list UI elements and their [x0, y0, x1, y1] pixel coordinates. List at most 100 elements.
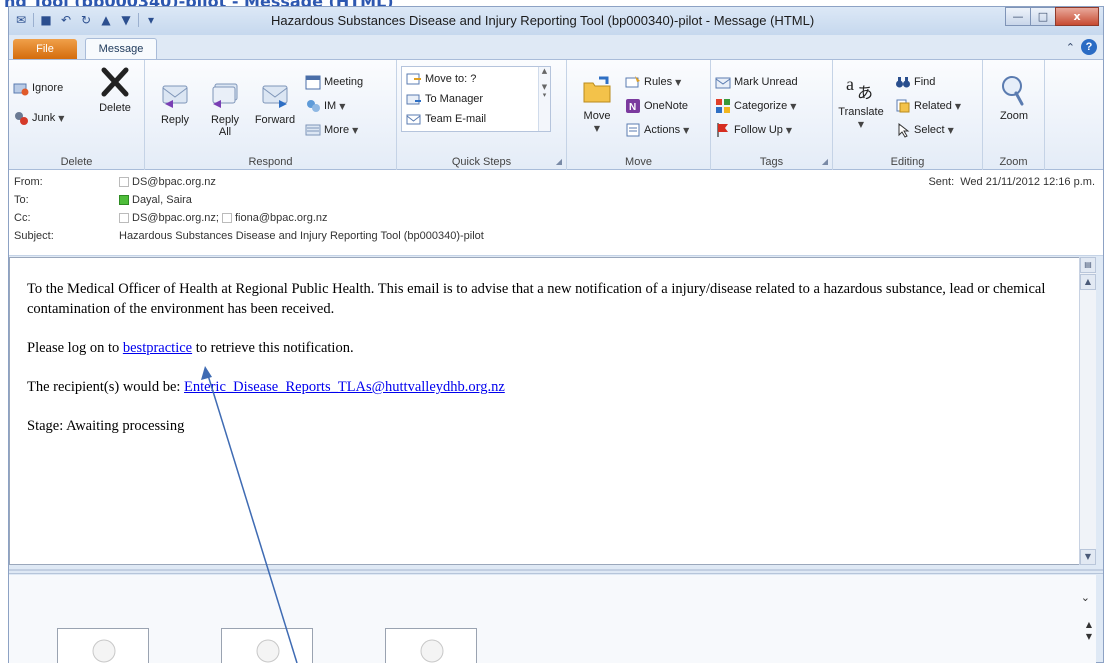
tab-message[interactable]: Message — [85, 38, 157, 59]
team-email-step[interactable]: Team E-mail — [406, 111, 486, 127]
bestpractice-link[interactable]: bestpractice — [123, 340, 192, 356]
find-button[interactable]: Find — [895, 74, 935, 90]
save-icon[interactable]: ■ — [38, 12, 54, 28]
svg-text:a: a — [846, 74, 854, 94]
message-body[interactable]: To the Medical Officer of Health at Regi… — [9, 257, 1096, 565]
im-icon — [307, 100, 320, 112]
quick-steps-scroll[interactable]: ▲ ▼ ▾ — [538, 67, 550, 131]
svg-text:あ: あ — [857, 83, 873, 102]
undo-icon[interactable]: ↶ — [58, 12, 74, 28]
expand-people-pane-icon[interactable]: ⌄ — [1081, 591, 1090, 604]
onenote-label: OneNote — [644, 100, 689, 112]
actions-icon — [626, 123, 640, 137]
to-manager-icon — [406, 94, 421, 105]
from-value[interactable]: DS@bpac.org.nz — [119, 176, 216, 188]
to-label: To: — [14, 194, 29, 206]
logon-suffix: to retrieve this notification. — [192, 340, 354, 356]
scroll-down-button[interactable]: ▼ — [1080, 549, 1096, 565]
dialog-launcher-icon[interactable]: ◢ — [822, 157, 828, 166]
im-button[interactable]: IM ▼ — [305, 98, 345, 114]
follow-up-button[interactable]: Follow Up ▼ — [715, 122, 792, 138]
body-paragraph-stage: Stage: Awaiting processing — [27, 418, 185, 434]
related-button[interactable]: Related ▼ — [895, 98, 961, 114]
translate-button[interactable]: aあ Translate ▼ — [837, 70, 885, 131]
find-label: Find — [914, 76, 936, 88]
team-email-label: Team E-mail — [425, 113, 487, 125]
translate-label: Translate — [838, 106, 884, 118]
from-address[interactable]: DS@bpac.org.nz — [132, 176, 216, 188]
categorize-icon — [716, 99, 730, 113]
rules-button[interactable]: Rules ▼ — [625, 74, 681, 90]
cursor-arrow-icon — [898, 122, 910, 138]
maximize-button[interactable]: □ — [1030, 7, 1056, 26]
junk-button[interactable]: Junk ▼ — [13, 110, 64, 126]
body-scrollbar[interactable]: ▤ ▲ ▼ — [1079, 257, 1096, 565]
delete-group-label: Delete — [60, 156, 93, 168]
mark-unread-icon — [715, 77, 731, 89]
contact-avatar-icon — [92, 639, 116, 663]
rules-label: Rules — [644, 76, 673, 88]
chevron-down-icon: ▼ — [352, 125, 359, 135]
reading-pane-icon[interactable]: ▤ — [1080, 257, 1096, 273]
cc-value[interactable]: DS@bpac.org.nz; fiona@bpac.org.nz — [119, 212, 328, 224]
to-recipient[interactable]: Dayal, Saira — [132, 194, 192, 206]
dialog-launcher-icon[interactable]: ◢ — [556, 157, 562, 166]
cc-recipient-1[interactable]: DS@bpac.org.nz; — [132, 212, 219, 224]
zoom-button[interactable]: Zoom — [990, 74, 1038, 122]
actions-label: Actions — [644, 124, 681, 136]
calendar-icon — [305, 75, 321, 90]
qat-divider — [33, 13, 34, 27]
mark-unread-button[interactable]: Mark Unread — [715, 74, 798, 90]
chevron-down-icon: ▼ — [339, 101, 346, 111]
categorize-button[interactable]: Categorize ▼ — [715, 98, 796, 114]
window-controls: — □ x — [1005, 7, 1099, 26]
reply-all-button[interactable]: Reply All — [201, 78, 249, 138]
minimize-button[interactable]: — — [1005, 7, 1031, 26]
previous-item-icon[interactable]: ▲ — [98, 12, 114, 28]
svg-text:N: N — [629, 102, 636, 113]
minimize-ribbon-icon[interactable]: ⌃ — [1066, 41, 1075, 54]
sent-label: Sent: — [928, 176, 955, 188]
customize-qat-icon[interactable]: ▾ — [143, 12, 159, 28]
reply-icon — [162, 85, 188, 108]
quick-steps-gallery: Move to: ? To Manager Team E-mail ▲ ▼ ▾ — [401, 66, 551, 132]
pane-splitter[interactable] — [9, 566, 1103, 574]
mail-icon: ✉ — [15, 13, 27, 27]
tags-group: Mark Unread Categorize ▼ Follow Up ▼ Tag… — [711, 60, 833, 170]
window-title: Hazardous Substances Disease and Injury … — [271, 13, 815, 28]
message-header: From: DS@bpac.org.nz To: Dayal, Saira Cc… — [9, 170, 1103, 256]
redo-icon[interactable]: ↻ — [78, 12, 94, 28]
delete-group: Ignore Junk ▼ Delete Delete — [9, 60, 145, 170]
move-to-step[interactable]: Move to: ? — [406, 71, 476, 87]
cc-recipient-2[interactable]: fiona@bpac.org.nz — [235, 212, 328, 224]
help-icon[interactable]: ? — [1081, 39, 1097, 55]
select-button[interactable]: Select ▼ — [895, 122, 954, 138]
body-paragraph-recipients: The recipient(s) would be: Enteric_Disea… — [27, 377, 1067, 397]
to-manager-step[interactable]: To Manager — [406, 91, 483, 107]
reply-button[interactable]: Reply — [151, 78, 199, 126]
binoculars-icon — [896, 77, 910, 88]
onenote-button[interactable]: N OneNote — [625, 98, 688, 114]
actions-button[interactable]: Actions ▼ — [625, 122, 689, 138]
contact-card[interactable] — [385, 628, 477, 663]
scroll-up-button[interactable]: ▲ — [1080, 274, 1096, 290]
respond-group-label: Respond — [248, 156, 293, 168]
people-pane-scroll[interactable]: ▲ ▼ — [1086, 619, 1092, 643]
move-group: Move ▼ Rules ▼ N OneNote Actions ▼ Move — [567, 60, 711, 170]
meeting-button[interactable]: Meeting — [305, 74, 363, 90]
quick-steps-group: Move to: ? To Manager Team E-mail ▲ ▼ ▾ Qu… — [397, 60, 567, 170]
more-respond-button[interactable]: More ▼ — [305, 122, 358, 138]
close-button[interactable]: x — [1055, 7, 1099, 26]
to-value[interactable]: Dayal, Saira — [119, 194, 192, 206]
ignore-button[interactable]: Ignore — [13, 80, 63, 96]
delete-button[interactable]: Delete — [91, 66, 139, 114]
forward-button[interactable]: Forward — [251, 78, 299, 126]
contact-card[interactable] — [57, 628, 149, 663]
tab-file[interactable]: File — [13, 39, 77, 59]
presence-icon — [119, 177, 129, 187]
chevron-down-icon: ▼ — [947, 125, 954, 135]
recipient-email-link[interactable]: Enteric_Disease_Reports_TLAs@huttvalleyd… — [184, 379, 505, 395]
contact-card[interactable] — [221, 628, 313, 663]
next-item-icon[interactable]: ▼ — [118, 12, 134, 28]
move-button[interactable]: Move ▼ — [573, 74, 621, 135]
